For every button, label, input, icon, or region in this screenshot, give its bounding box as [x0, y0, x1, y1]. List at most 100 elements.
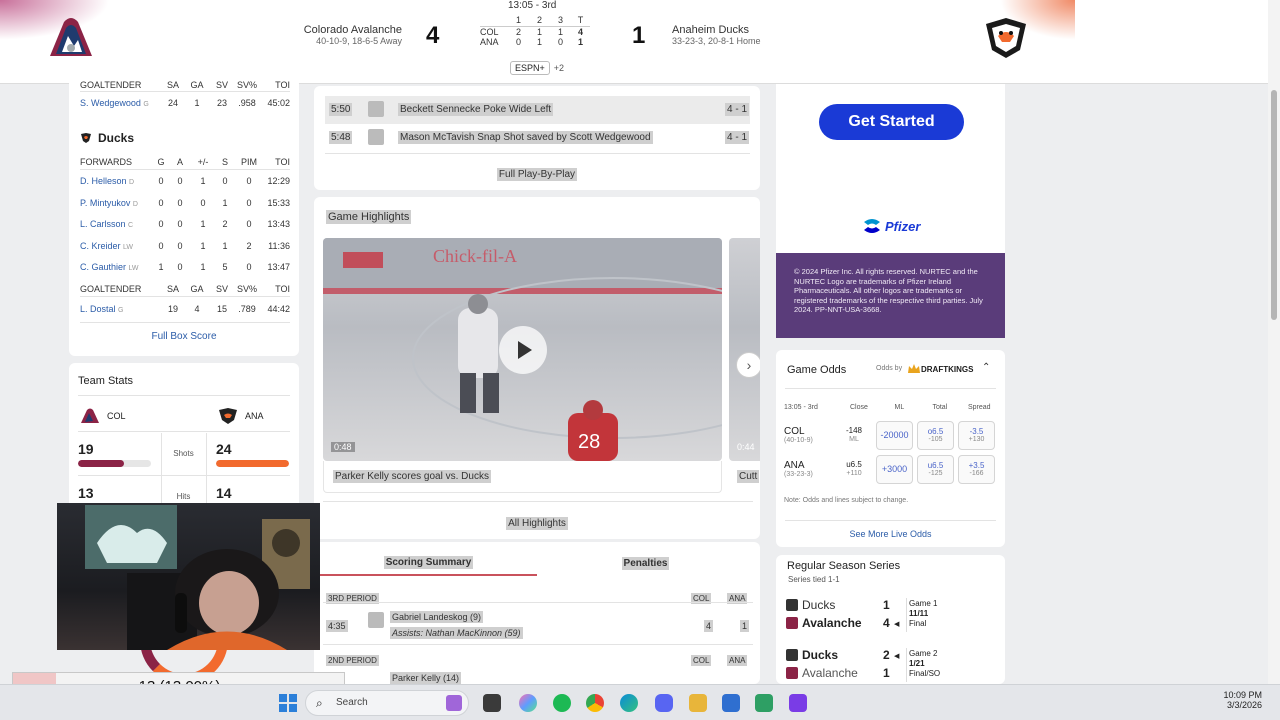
task-view-icon[interactable] — [483, 694, 501, 712]
highlight-video-next[interactable]: 0:44 — [729, 238, 760, 461]
forwards-header: FORWARDS G A +/- S PIM TOI — [80, 157, 290, 167]
linescore-cell: 0 — [515, 37, 521, 47]
away-hits: 14 — [216, 485, 232, 501]
video-duration: 0:48 — [331, 442, 355, 452]
tab-scoring-summary[interactable]: Scoring Summary — [320, 542, 537, 576]
linescore-cell: 1 — [536, 27, 542, 37]
player-link[interactable]: C. Gauthier — [80, 262, 126, 272]
table-row: P. Mintyukov D 0 0 0 1 0 15:33 — [80, 197, 290, 208]
ducks-mini-logo — [219, 408, 237, 424]
taskbar-search[interactable]: ⌕ Search — [305, 690, 469, 716]
odds-team-record: (40-10-9) — [784, 437, 813, 444]
game-odds-card: Game Odds Odds by DRAFTKINGS ⌃ 13:05 - 3… — [776, 350, 1005, 547]
col-label: COL — [691, 655, 712, 666]
goal-assists: Assists: Nathan MacKinnon (59) — [390, 627, 523, 639]
scrollbar-thumb[interactable] — [1271, 90, 1277, 320]
app-grid-icon[interactable] — [789, 694, 807, 712]
ducks-small-icon — [368, 101, 384, 117]
linescore-team: ANA — [480, 37, 499, 47]
edge-icon[interactable] — [620, 694, 638, 712]
odds-close: u6.5 — [846, 460, 862, 469]
system-clock[interactable]: 10:09 PM 3/3/2026 — [1190, 690, 1262, 710]
copilot-icon[interactable] — [519, 694, 537, 712]
carousel-next-button[interactable]: › — [736, 352, 760, 378]
draftkings-logo[interactable]: DRAFTKINGS — [907, 362, 973, 376]
odds-total-button[interactable]: u6.5 -125 — [917, 455, 954, 484]
table-row: L. Dostal G 19 4 15 .789 44:42 — [80, 304, 290, 314]
odds-moneyline-button[interactable]: +3000 — [876, 455, 913, 484]
home-hits: 13 — [78, 485, 94, 501]
player-link[interactable]: D. Helleson — [80, 176, 127, 186]
network-badge[interactable]: ESPN+ — [510, 61, 550, 75]
video-caption-box[interactable]: Parker Kelly scores goal vs. Ducks — [323, 461, 722, 493]
spotify-icon[interactable] — [553, 694, 571, 712]
chevron-up-icon[interactable]: ⌃ — [982, 362, 990, 373]
see-more-odds-link[interactable]: See More Live Odds — [776, 529, 1005, 539]
avalanche-small-icon — [368, 612, 384, 628]
player-link[interactable]: P. Mintyukov — [80, 198, 130, 208]
forwards-table: D. Helleson D 0 0 1 0 0 12:29 P. Mintyuk… — [80, 176, 290, 284]
chrome-icon[interactable] — [586, 694, 604, 712]
odds-spread-button[interactable]: +3.5 -166 — [958, 455, 995, 484]
away-team-record: 33-23-3, 20-8-1 Home — [672, 36, 761, 46]
page-scrollbar[interactable] — [1268, 0, 1280, 684]
ana-goalie-header: GOALTENDER SA GA SV SV% TOI — [80, 284, 290, 294]
odds-spread-button[interactable]: -3.5 +130 — [958, 421, 995, 450]
odds-total-button[interactable]: o6.5 -105 — [917, 421, 954, 450]
odds-title: Game Odds — [787, 364, 847, 376]
pbp-score: 4 - 1 — [725, 131, 750, 144]
linescore-header: 1 — [515, 15, 521, 25]
player-link[interactable]: S. Wedgewood — [80, 98, 141, 108]
full-box-score-link[interactable]: Full Box Score — [69, 331, 299, 342]
pbp-score: 4 - 1 — [725, 103, 750, 116]
linescore-total: 1 — [577, 37, 583, 47]
linescore: 1 2 3 T COL 2 1 1 4 ANA 0 1 0 1 — [480, 15, 590, 47]
team-stats-title: Team Stats — [78, 375, 134, 387]
file-explorer-icon[interactable] — [689, 694, 707, 712]
pbp-row[interactable]: 5:50 Beckett Sennecke Poke Wide Left 4 -… — [325, 96, 750, 124]
video-caption-box[interactable]: Cutt — [729, 461, 760, 493]
box-score-card: GOALTENDER SA GA SV SV% TOI S. Wedgewood… — [69, 78, 299, 356]
network-more[interactable]: +2 — [554, 63, 564, 73]
away-abbr: ANA — [245, 411, 264, 421]
home-team-name[interactable]: Colorado Avalanche — [250, 24, 402, 36]
odds-header: Total — [932, 404, 948, 411]
table-row: C. Kreider LW 0 0 1 1 2 11:36 — [80, 240, 290, 251]
pbp-text: Beckett Sennecke Poke Wide Left — [398, 103, 554, 116]
ducks-mini-logo — [786, 649, 798, 661]
odds-team: COL — [784, 426, 805, 437]
away-team-name[interactable]: Anaheim Ducks — [672, 24, 832, 36]
goal-col-score: 4 — [704, 620, 714, 632]
outlook-icon[interactable] — [722, 694, 740, 712]
play-by-play-card: 5:50 Beckett Sennecke Poke Wide Left 4 -… — [314, 86, 760, 190]
table-row: L. Carlsson C 0 0 1 2 0 13:43 — [80, 219, 290, 229]
highlights-card: Game Highlights Chick-fil-A 28 0:48 Park… — [314, 197, 760, 539]
get-started-button[interactable]: Get Started — [819, 104, 964, 140]
avalanche-logo[interactable] — [44, 16, 98, 65]
tab-penalties[interactable]: Penalties — [537, 542, 754, 576]
play-button[interactable] — [499, 326, 547, 374]
svg-text:28: 28 — [578, 431, 600, 453]
all-highlights-link[interactable]: All Highlights — [506, 517, 568, 530]
series-game[interactable]: Ducks 1 Avalanche 4 ◀ Game 1 11/11 Final — [786, 598, 996, 634]
odds-moneyline-button[interactable]: -20000 — [876, 421, 913, 450]
odds-team-record: (33-23-3) — [784, 471, 813, 478]
goal-scorer[interactable]: Gabriel Landeskog (9) — [390, 611, 484, 623]
series-game[interactable]: Ducks 2 ◀ Avalanche 1 Game 2 1/21 Final/… — [786, 648, 996, 684]
pbp-row[interactable]: 5:48 Mason McTavish Snap Shot saved by S… — [325, 124, 750, 152]
webcam-overlay — [57, 503, 320, 650]
ducks-logo[interactable] — [980, 14, 1032, 65]
store-app-icon[interactable] — [755, 694, 773, 712]
discord-icon[interactable] — [655, 694, 673, 712]
ad-card[interactable]: Get Started Pfizer © 2024 Pfizer Inc. Al… — [776, 84, 1005, 338]
goal-scorer[interactable]: Parker Kelly (14) — [390, 672, 462, 684]
player-link[interactable]: L. Carlsson — [80, 219, 126, 229]
player-link[interactable]: L. Dostal — [80, 304, 116, 314]
season-series-card: Regular Season Series Series tied 1-1 Du… — [776, 555, 1005, 684]
highlight-video[interactable]: Chick-fil-A 28 0:48 — [323, 238, 722, 461]
search-icon: ⌕ — [316, 696, 323, 710]
webcam-scene — [85, 505, 310, 650]
start-button[interactable] — [279, 694, 297, 717]
player-link[interactable]: C. Kreider — [80, 241, 121, 251]
full-pbp-link[interactable]: Full Play-By-Play — [496, 168, 578, 181]
